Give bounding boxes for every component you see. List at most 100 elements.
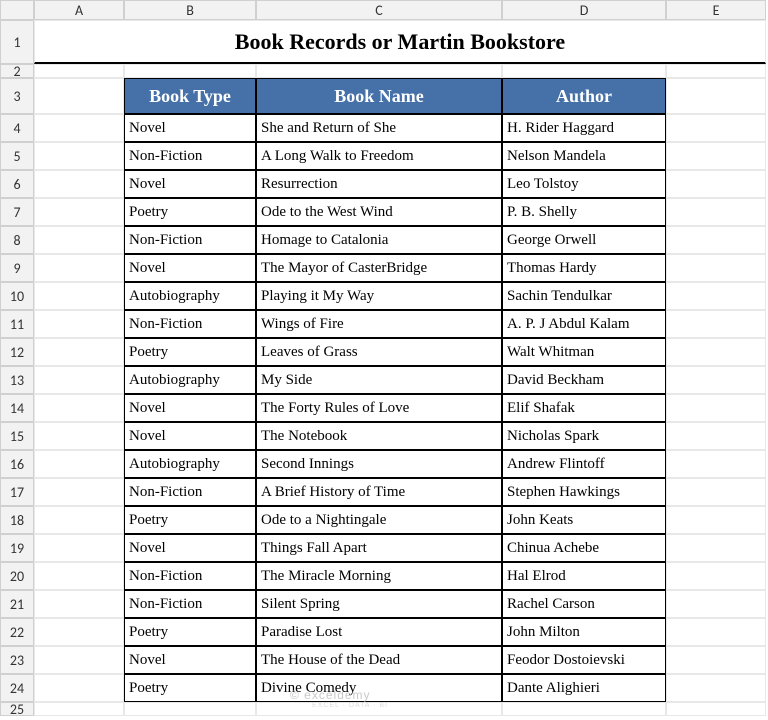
empty-cell[interactable] [34, 78, 124, 114]
empty-cell[interactable] [666, 282, 766, 310]
empty-cell[interactable] [256, 702, 502, 716]
empty-cell[interactable] [34, 534, 124, 562]
row-header-17[interactable]: 17 [0, 478, 34, 506]
cell-author[interactable]: Hal Elrod [502, 562, 666, 590]
cell-book-type[interactable]: Autobiography [124, 366, 256, 394]
empty-cell[interactable] [34, 366, 124, 394]
row-header-5[interactable]: 5 [0, 142, 34, 170]
row-header-16[interactable]: 16 [0, 450, 34, 478]
empty-cell[interactable] [34, 254, 124, 282]
cell-book-name[interactable]: Divine Comedy [256, 674, 502, 702]
cell-book-name[interactable]: Playing it My Way [256, 282, 502, 310]
row-header-7[interactable]: 7 [0, 198, 34, 226]
cell-book-name[interactable]: She and Return of She [256, 114, 502, 142]
empty-cell[interactable] [666, 618, 766, 646]
empty-cell[interactable] [666, 590, 766, 618]
cell-author[interactable]: A. P. J Abdul Kalam [502, 310, 666, 338]
row-header-12[interactable]: 12 [0, 338, 34, 366]
empty-cell[interactable] [666, 338, 766, 366]
cell-book-type[interactable]: Novel [124, 254, 256, 282]
cell-book-type[interactable]: Poetry [124, 338, 256, 366]
empty-cell[interactable] [666, 64, 766, 78]
cell-book-name[interactable]: Second Innings [256, 450, 502, 478]
cell-author[interactable]: Elif Shafak [502, 394, 666, 422]
cell-book-name[interactable]: A Long Walk to Freedom [256, 142, 502, 170]
cell-book-type[interactable]: Non-Fiction [124, 562, 256, 590]
empty-cell[interactable] [34, 562, 124, 590]
cell-author[interactable]: Dante Alighieri [502, 674, 666, 702]
cell-author[interactable]: Leo Tolstoy [502, 170, 666, 198]
row-header-10[interactable]: 10 [0, 282, 34, 310]
cell-book-type[interactable]: Novel [124, 646, 256, 674]
cell-book-name[interactable]: The House of the Dead [256, 646, 502, 674]
empty-cell[interactable] [34, 64, 124, 78]
cell-author[interactable]: H. Rider Haggard [502, 114, 666, 142]
row-header-13[interactable]: 13 [0, 366, 34, 394]
row-header-11[interactable]: 11 [0, 310, 34, 338]
empty-cell[interactable] [502, 702, 666, 716]
empty-cell[interactable] [666, 226, 766, 254]
row-header-6[interactable]: 6 [0, 170, 34, 198]
empty-cell[interactable] [124, 702, 256, 716]
empty-cell[interactable] [666, 506, 766, 534]
cell-book-name[interactable]: The Forty Rules of Love [256, 394, 502, 422]
empty-cell[interactable] [666, 114, 766, 142]
cell-book-name[interactable]: The Miracle Morning [256, 562, 502, 590]
cell-book-name[interactable]: Wings of Fire [256, 310, 502, 338]
empty-cell[interactable] [666, 366, 766, 394]
cell-book-type[interactable]: Poetry [124, 198, 256, 226]
cell-book-type[interactable]: Non-Fiction [124, 478, 256, 506]
cell-book-name[interactable]: Resurrection [256, 170, 502, 198]
cell-book-type[interactable]: Novel [124, 170, 256, 198]
empty-cell[interactable] [34, 198, 124, 226]
empty-cell[interactable] [34, 506, 124, 534]
empty-cell[interactable] [34, 338, 124, 366]
cell-book-type[interactable]: Non-Fiction [124, 142, 256, 170]
cell-book-type[interactable]: Non-Fiction [124, 590, 256, 618]
empty-cell[interactable] [124, 64, 256, 78]
cell-author[interactable]: John Keats [502, 506, 666, 534]
cell-book-type[interactable]: Autobiography [124, 450, 256, 478]
empty-cell[interactable] [666, 310, 766, 338]
cell-book-type[interactable]: Novel [124, 422, 256, 450]
cell-author[interactable]: Feodor Dostoievski [502, 646, 666, 674]
cell-book-name[interactable]: Paradise Lost [256, 618, 502, 646]
row-header-3[interactable]: 3 [0, 78, 34, 114]
cell-book-name[interactable]: Silent Spring [256, 590, 502, 618]
row-header-20[interactable]: 20 [0, 562, 34, 590]
cell-author[interactable]: P. B. Shelly [502, 198, 666, 226]
cell-book-name[interactable]: The Mayor of CasterBridge [256, 254, 502, 282]
cell-author[interactable]: Sachin Tendulkar [502, 282, 666, 310]
cell-author[interactable]: David Beckham [502, 366, 666, 394]
row-header-9[interactable]: 9 [0, 254, 34, 282]
cell-book-type[interactable]: Novel [124, 534, 256, 562]
row-header-19[interactable]: 19 [0, 534, 34, 562]
row-header-22[interactable]: 22 [0, 618, 34, 646]
col-header-d[interactable]: D [502, 0, 666, 20]
empty-cell[interactable] [34, 422, 124, 450]
row-header-18[interactable]: 18 [0, 506, 34, 534]
cell-book-name[interactable]: Leaves of Grass [256, 338, 502, 366]
select-all-corner[interactable] [0, 0, 34, 20]
cell-author[interactable]: Thomas Hardy [502, 254, 666, 282]
empty-cell[interactable] [34, 674, 124, 702]
cell-author[interactable]: Stephen Hawkings [502, 478, 666, 506]
col-header-e[interactable]: E [666, 0, 766, 20]
empty-cell[interactable] [666, 450, 766, 478]
empty-cell[interactable] [34, 450, 124, 478]
empty-cell[interactable] [34, 590, 124, 618]
cell-book-type[interactable]: Non-Fiction [124, 226, 256, 254]
empty-cell[interactable] [666, 534, 766, 562]
col-header-c[interactable]: C [256, 0, 502, 20]
cell-book-type[interactable]: Autobiography [124, 282, 256, 310]
empty-cell[interactable] [666, 78, 766, 114]
row-header-21[interactable]: 21 [0, 590, 34, 618]
empty-cell[interactable] [34, 142, 124, 170]
empty-cell[interactable] [666, 422, 766, 450]
cell-book-name[interactable]: Ode to the West Wind [256, 198, 502, 226]
cell-author[interactable]: John Milton [502, 618, 666, 646]
cell-book-type[interactable]: Non-Fiction [124, 310, 256, 338]
empty-cell[interactable] [34, 226, 124, 254]
cell-author[interactable]: Nicholas Spark [502, 422, 666, 450]
col-header-b[interactable]: B [124, 0, 256, 20]
